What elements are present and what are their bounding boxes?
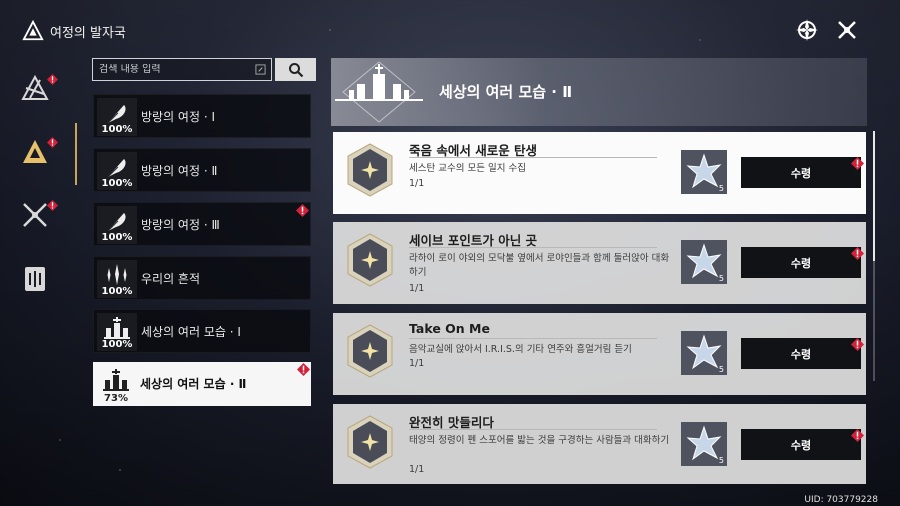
journey-percent: 73%	[104, 393, 128, 404]
rail-item-book[interactable]	[18, 262, 52, 296]
page-title: 여정의 발자국	[50, 25, 126, 41]
search-field[interactable]	[92, 58, 272, 81]
journey-item[interactable]: 100% 우리의 흔적	[93, 256, 311, 300]
crossed-swords-icon	[23, 203, 47, 227]
sparkles-icon	[107, 264, 127, 285]
rail-item-emblem[interactable]	[18, 72, 58, 106]
book-icon	[25, 267, 45, 291]
quest-description: 음악교실에 앉아서 I.R.I.S.의 기타 연주와 흥얼거림 듣기	[409, 344, 632, 355]
claim-button[interactable]: 수령	[741, 338, 861, 369]
rail-item-crossed-swords[interactable]	[18, 198, 58, 232]
feather-icon	[107, 105, 126, 124]
journey-item[interactable]: 100% 방랑의 여정 · Ⅱ	[93, 148, 311, 192]
journey-item[interactable]: 100% 방랑의 여정 · Ⅲ	[93, 202, 311, 246]
edit-icon	[255, 64, 266, 75]
quest-progress: 1/1	[409, 358, 425, 369]
city-emblem-icon	[335, 61, 423, 123]
logo-icon	[22, 20, 44, 41]
alert-badge-icon	[47, 137, 58, 148]
left-rail	[0, 60, 80, 506]
alert-badge-icon	[851, 429, 864, 442]
quest-progress: 1/1	[409, 464, 425, 475]
alert-badge-icon	[851, 338, 864, 351]
reward-item[interactable]: 5	[681, 422, 727, 466]
alert-badge-icon	[47, 200, 58, 211]
journey-name: 세상의 여러 모습 · Ⅰ	[141, 325, 241, 339]
journey-percent: 100%	[101, 124, 133, 135]
feather-icon	[107, 213, 126, 232]
quest-progress: 1/1	[409, 283, 425, 294]
rail-item-journey[interactable]	[18, 135, 58, 169]
quest-progress: 1/1	[409, 178, 425, 189]
alert-badge-icon	[47, 74, 58, 85]
alert-badge-icon	[851, 157, 864, 170]
reward-item[interactable]: 5	[681, 150, 727, 194]
quest-title: Take On Me	[409, 321, 490, 336]
reward-count: 5	[718, 274, 724, 283]
quest-card[interactable]: 세이브 포인트가 아닌 곳 라하이 로이 야외의 모닥불 옆에서 로야인들과 함…	[333, 222, 866, 304]
claim-button[interactable]: 수령	[741, 247, 861, 278]
quest-star-hex-icon	[347, 233, 393, 287]
quest-star-hex-icon	[347, 324, 393, 378]
city-icon	[103, 369, 129, 391]
quest-description: 라하이 로이 야외의 모닥불 옆에서 로야인들과 함께 둘러앉아 대화하기	[409, 253, 670, 278]
journey-item-selected[interactable]: 73% 세상의 여러 모습 · Ⅱ	[93, 362, 311, 406]
close-button[interactable]	[834, 17, 860, 43]
journey-name: 방랑의 여정 · Ⅱ	[141, 164, 218, 178]
journey-name: 방랑의 여정 · Ⅲ	[141, 218, 220, 232]
quest-card[interactable]: 완전히 맛들리다 태양의 정령이 펜 스포어를 밟는 것을 구경하는 사람들과 …	[333, 404, 866, 484]
reward-item[interactable]: 5	[681, 240, 727, 284]
quest-star-hex-icon	[347, 143, 393, 197]
rail-active-indicator	[75, 123, 77, 185]
journey-name: 방랑의 여정 · Ⅰ	[141, 110, 215, 124]
reward-count: 5	[718, 456, 724, 465]
claim-button[interactable]: 수령	[741, 429, 861, 460]
search-input[interactable]	[99, 64, 249, 75]
alert-badge-icon	[296, 204, 309, 217]
alert-badge-icon	[851, 247, 864, 260]
feather-icon	[107, 159, 126, 178]
uid-label: UID: 703779228	[804, 495, 878, 505]
search-button[interactable]	[275, 58, 316, 81]
compass-button[interactable]	[794, 17, 820, 43]
header: 여정의 발자국	[0, 0, 900, 60]
journey-icon	[23, 140, 47, 163]
journey-percent: 100%	[101, 232, 133, 243]
panel-header: 세상의 여러 모습 · Ⅱ	[331, 58, 867, 126]
journey-item[interactable]: 100% 세상의 여러 모습 · Ⅰ	[93, 309, 311, 353]
close-icon	[838, 21, 856, 39]
journey-name: 우리의 흔적	[141, 272, 201, 286]
compass-icon	[796, 19, 818, 41]
panel-title: 세상의 여러 모습 · Ⅱ	[439, 83, 573, 101]
quest-card[interactable]: 죽음 속에서 새로운 탄생 세스탄 교수의 모든 일지 수집 1/1 5 수령	[333, 132, 866, 214]
quest-divider	[409, 429, 657, 430]
journey-name: 세상의 여러 모습 · Ⅱ	[140, 377, 247, 391]
claim-button[interactable]: 수령	[741, 157, 861, 188]
quest-card[interactable]: Take On Me 음악교실에 앉아서 I.R.I.S.의 기타 연주와 흥얼…	[333, 313, 866, 395]
quest-divider	[409, 338, 657, 339]
alert-badge-icon	[297, 363, 310, 376]
journey-percent: 100%	[101, 178, 133, 189]
journey-item[interactable]: 100% 방랑의 여정 · Ⅰ	[93, 94, 311, 138]
quest-divider	[409, 157, 657, 158]
quest-divider	[409, 247, 657, 248]
scrollbar-thumb[interactable]	[873, 131, 875, 261]
quest-description: 태양의 정령이 펜 스포어를 밟는 것을 구경하는 사람들과 대화하기	[409, 435, 670, 446]
reward-item[interactable]: 5	[681, 331, 727, 375]
reward-count: 5	[718, 184, 724, 193]
title-area: 여정의 발자국	[22, 20, 126, 42]
reward-count: 5	[718, 365, 724, 374]
search-icon	[288, 62, 303, 77]
journey-percent: 100%	[101, 339, 133, 350]
journey-percent: 100%	[101, 286, 133, 297]
quest-description: 세스탄 교수의 모든 일지 수집	[409, 163, 526, 174]
emblem-icon	[21, 74, 49, 100]
quest-star-hex-icon	[347, 415, 393, 469]
city-icon	[104, 317, 130, 339]
